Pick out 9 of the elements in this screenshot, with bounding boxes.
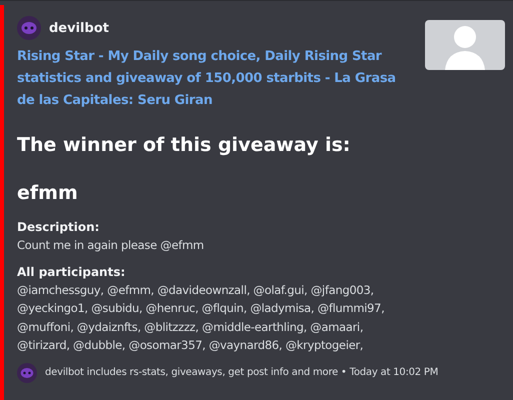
- title-link[interactable]: Rising Star - My Daily song choice, Daily Rising Star statistics and giveaway of 150,000 starbits - La Grasa de las Capitales: Seru Giran: [17, 46, 425, 112]
- author-name[interactable]: devilbot: [49, 20, 109, 36]
- field-value: Count me in again please @efmm: [17, 237, 205, 254]
- field-label: All participants:: [17, 264, 126, 280]
- footer-text: devilbot includes rs-stats, giveaways, get post info and more • Today at 10:02 PM: [45, 367, 438, 378]
- heading: The winner of this giveaway is:: [17, 133, 352, 158]
- winner-name: efmm: [17, 181, 79, 206]
- field-value: @iamchessguy, @efmm, @davideownzall, @olaf.gui, @jfang003, @yeckingo1, @subidu, @henruc, @flquin, @ladymisa, @flummi97, @muffoni, @ydaiznfts, @blitzzzz, @middle-earthling, @amaari, @tirizard, @dubble, @osomar357, @vaynard86, @kryptogeier,: [17, 282, 386, 354]
- field-label: Description:: [17, 219, 100, 236]
